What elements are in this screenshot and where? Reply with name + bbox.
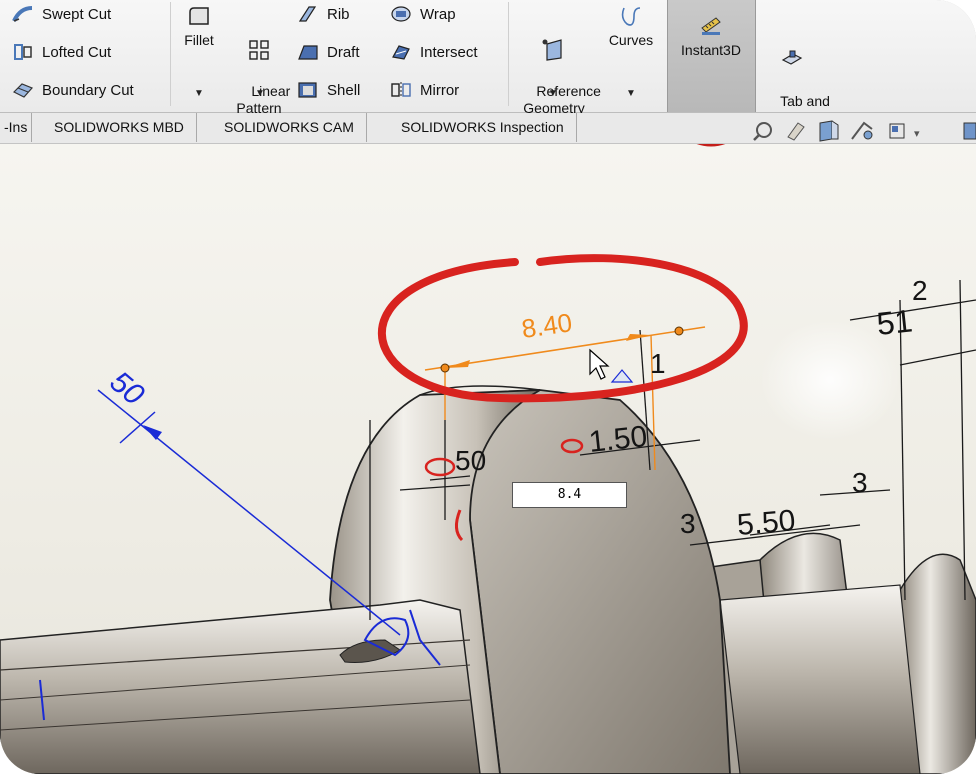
section-view-icon[interactable] [819, 120, 839, 142]
rib-label: Rib [327, 5, 350, 23]
fillet-dropdown[interactable]: ▼ [194, 88, 204, 99]
fillet-label: Fillet [184, 32, 214, 48]
wrap-icon [391, 6, 411, 22]
dimension-1-50[interactable]: 1.50 [587, 420, 649, 459]
instant3d-label: Instant3D [681, 42, 741, 58]
swept-cut-label: Swept Cut [42, 5, 112, 23]
intersect-icon [392, 45, 410, 60]
instant3d-button[interactable]: Instant3D [670, 14, 752, 59]
lofted-cut-icon [14, 44, 32, 60]
mouse-cursor-icon [589, 348, 610, 380]
curves-button[interactable]: Curves [604, 4, 658, 49]
draft-button[interactable]: Draft [297, 42, 360, 62]
tab-solidworks-cam[interactable]: SOLIDWORKS CAM [212, 113, 367, 142]
intersect-label: Intersect [420, 43, 478, 61]
reference-geometry-dropdown[interactable]: ▼ [548, 88, 558, 99]
ribbon-separator [170, 2, 171, 106]
wrap-button[interactable]: Wrap [390, 4, 456, 24]
dimension-8-40[interactable]: 8.40 [520, 307, 574, 344]
tab-solidworks-mbd[interactable]: SOLIDWORKS MBD [42, 113, 197, 142]
boundary-cut-button[interactable]: Boundary Cut [12, 80, 134, 100]
heads-up-view-toolbar: ▾ [753, 120, 976, 142]
dimension-2[interactable]: 2 [912, 275, 928, 306]
fillet-button[interactable]: Fillet [176, 4, 222, 49]
wrap-label: Wrap [420, 5, 456, 23]
display-style-icon[interactable] [963, 122, 976, 140]
draft-label: Draft [327, 43, 360, 61]
draft-icon [298, 45, 318, 60]
boundary-cut-icon [12, 83, 34, 98]
model-scene: 8.40 50 1 1.50 2 51 3 3 5.50 50 [0, 144, 976, 774]
view-orientation-dropdown[interactable]: ▾ [914, 128, 920, 140]
instant3d-icon [701, 17, 721, 35]
graphics-area[interactable]: 8.40 50 1 1.50 2 51 3 3 5.50 50 8.4 [0, 144, 976, 774]
solidworks-window: Swept Cut Lofted Cut Boundary Cut Fillet… [0, 0, 976, 774]
curves-dropdown[interactable]: ▼ [626, 88, 636, 99]
features-ribbon: Swept Cut Lofted Cut Boundary Cut Fillet… [0, 0, 976, 126]
reference-geometry-icon [542, 39, 562, 61]
swept-cut-button[interactable]: Swept Cut [12, 4, 111, 24]
shaft-right-section[interactable] [689, 532, 976, 774]
zoom-to-area-icon[interactable] [753, 122, 772, 141]
dimension-triad-icon [610, 369, 634, 383]
dimension-3-right[interactable]: 3 [852, 467, 868, 498]
intersect-button[interactable]: Intersect [390, 42, 478, 62]
reference-geometry-label: Reference Geometry [523, 83, 601, 116]
ribbon-separator [508, 2, 509, 106]
dimension-1[interactable]: 1 [650, 348, 666, 379]
dimension-5-50[interactable]: 5.50 [736, 504, 797, 542]
view-orientation-icon[interactable] [889, 123, 905, 139]
mirror-button[interactable]: Mirror [390, 80, 459, 100]
dynamic-annotation-icon[interactable] [851, 121, 873, 140]
previous-view-icon[interactable] [787, 122, 805, 141]
lofted-cut-label: Lofted Cut [42, 43, 112, 61]
dimension-50-blue[interactable]: 50 [104, 365, 151, 412]
tab-add-ins[interactable]: -Ins [0, 113, 33, 142]
shell-icon [298, 82, 317, 98]
linear-pattern-dropdown[interactable]: ▼ [255, 88, 265, 99]
boundary-cut-label: Boundary Cut [42, 81, 134, 99]
shell-label: Shell [327, 81, 361, 99]
dimension-51[interactable]: 51 [875, 302, 914, 342]
shell-button[interactable]: Shell [297, 80, 360, 100]
rib-button[interactable]: Rib [297, 4, 350, 24]
lofted-cut-button[interactable]: Lofted Cut [12, 42, 111, 62]
linear-pattern-icon [249, 40, 269, 60]
tab-and-slot-icon [781, 50, 803, 65]
curves-label: Curves [608, 32, 654, 48]
tab-solidworks-inspection[interactable]: SOLIDWORKS Inspection [389, 113, 577, 142]
dimension-3-left[interactable]: 3 [680, 508, 696, 539]
mirror-label: Mirror [420, 81, 460, 99]
swept-cut-icon [12, 6, 33, 22]
rib-icon [298, 6, 317, 22]
dimension-50-partial[interactable]: 50 [455, 445, 486, 476]
curves-icon [621, 7, 641, 26]
fillet-icon [189, 7, 209, 25]
dimension-value-input[interactable]: 8.4 [512, 482, 627, 508]
mirror-icon [391, 82, 411, 98]
